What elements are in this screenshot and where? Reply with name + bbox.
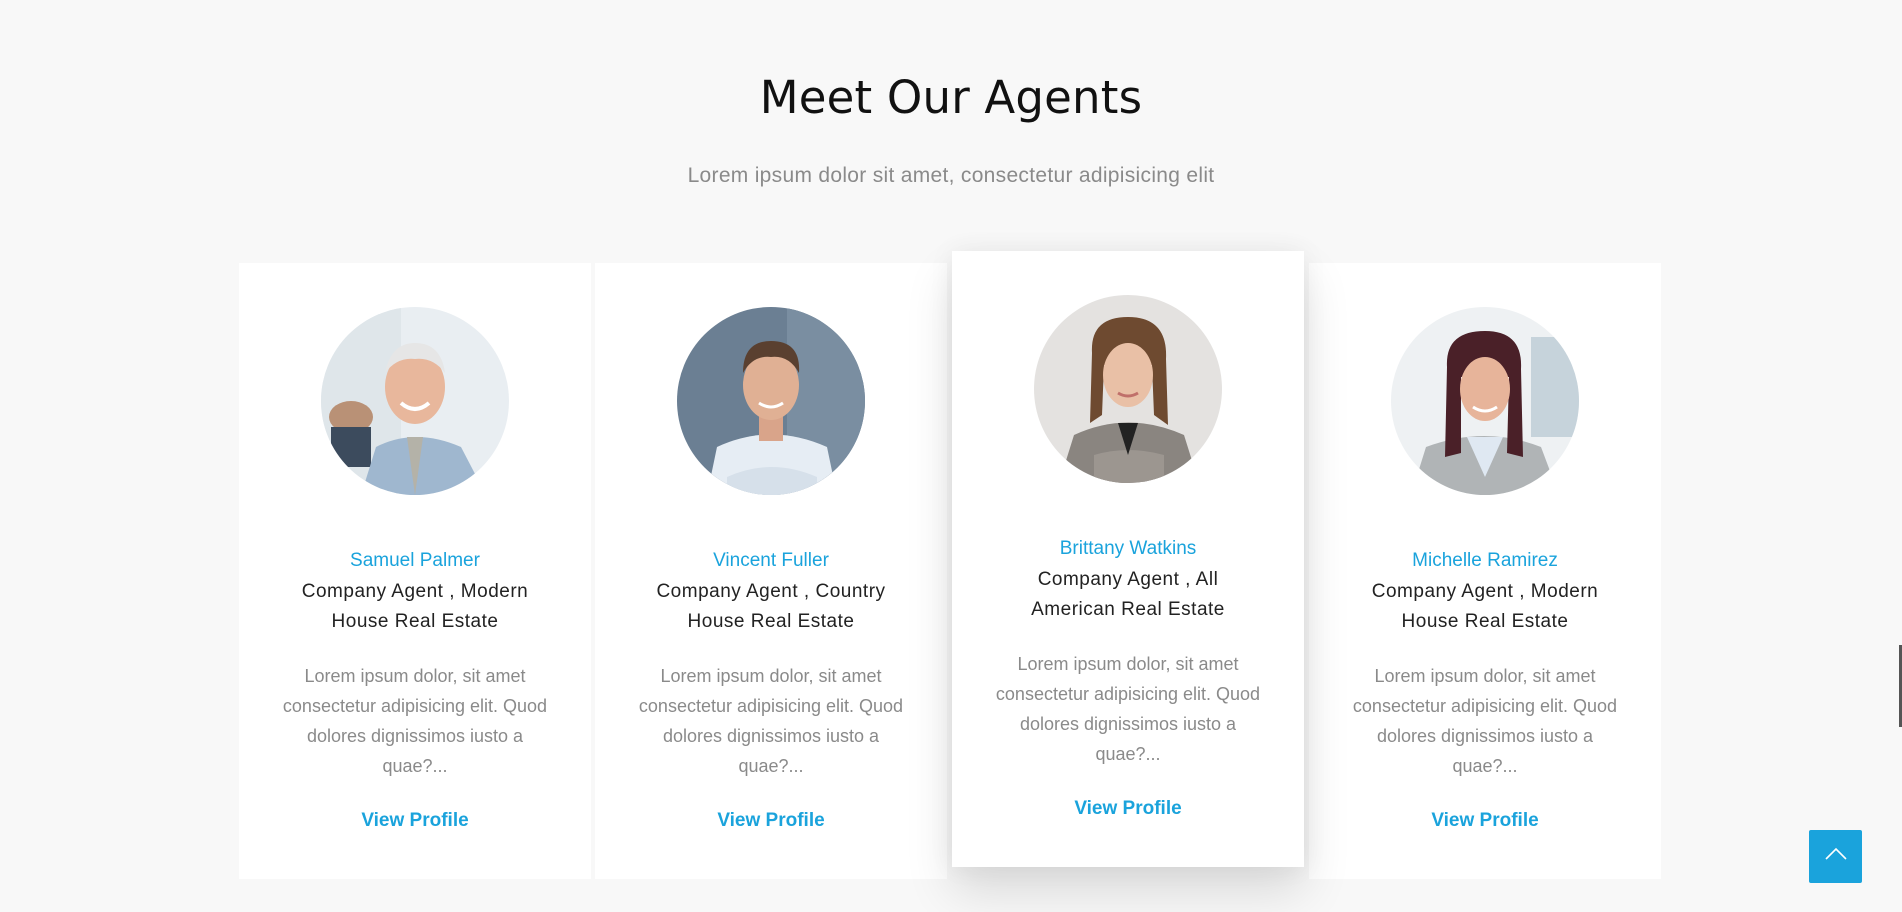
agent-name: Samuel Palmer — [350, 550, 480, 571]
agent-role: Company Agent , Modern House Real Estate — [1371, 581, 1599, 632]
agent-avatar — [321, 307, 509, 495]
agent-avatar — [1034, 295, 1222, 483]
view-profile-link[interactable]: View Profile — [595, 807, 947, 835]
agent-role: Company Agent , All American Real Estate — [1031, 569, 1225, 620]
agent-name: Michelle Ramirez — [1412, 550, 1558, 571]
agent-description: Lorem ipsum dolor, sit amet consectetur … — [995, 654, 1261, 764]
agent-card: Vincent Fuller Company Agent , Country H… — [595, 263, 947, 879]
agent-role: Company Agent , Country House Real Estat… — [656, 581, 886, 632]
agent-role: Company Agent , Modern House Real Estate — [301, 581, 529, 632]
agent-card-featured: Brittany Watkins Company Agent , All Ame… — [952, 251, 1304, 867]
agent-card: Michelle Ramirez Company Agent , Modern … — [1309, 263, 1661, 879]
view-profile-link[interactable]: View Profile — [1309, 807, 1661, 835]
view-profile-link[interactable]: View Profile — [952, 795, 1304, 823]
chevron-up-icon — [1824, 847, 1847, 866]
agent-name: Brittany Watkins — [1059, 538, 1197, 559]
agents-row: Samuel Palmer Company Agent , Modern Hou… — [0, 0, 1902, 912]
scroll-to-top-button[interactable] — [1809, 830, 1862, 883]
agent-avatar — [677, 307, 865, 495]
agent-description: Lorem ipsum dolor, sit amet consectetur … — [282, 666, 548, 776]
view-profile-link[interactable]: View Profile — [239, 807, 591, 835]
agent-description: Lorem ipsum dolor, sit amet consectetur … — [638, 666, 904, 776]
agent-avatar — [1391, 307, 1579, 495]
agent-description: Lorem ipsum dolor, sit amet consectetur … — [1352, 666, 1618, 776]
agent-name: Vincent Fuller — [713, 550, 829, 571]
agent-card: Samuel Palmer Company Agent , Modern Hou… — [239, 263, 591, 879]
